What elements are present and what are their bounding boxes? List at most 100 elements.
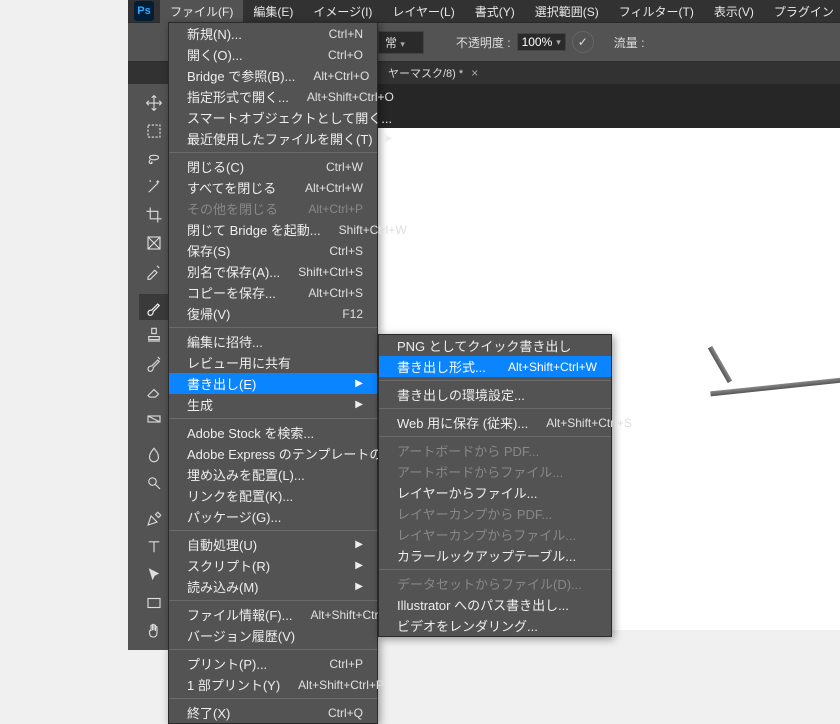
export-menu-item-0[interactable]: PNG としてクイック書き出し	[379, 335, 611, 356]
document-tab-label: ヤーマスク/8) *	[388, 65, 463, 81]
eraser-tool[interactable]	[139, 378, 169, 404]
export-menu-item-12[interactable]: カラールックアップテーブル...	[379, 545, 611, 566]
file-menu-item-7[interactable]: 閉じる(C)Ctrl+W	[169, 156, 377, 177]
menu-bar: ファイル(F)編集(E)イメージ(I)レイヤー(L)書式(Y)選択範囲(S)フィ…	[160, 0, 840, 23]
menu-item-label: すべてを閉じる	[187, 178, 276, 197]
file-menu-item-12[interactable]: 別名で保存(A)...Shift+Ctrl+S	[169, 261, 377, 282]
menu-item-shortcut: Alt+Ctrl+P	[308, 202, 363, 216]
menu-item-shortcut: Alt+Shift+Ctrl+P	[298, 678, 384, 692]
lasso-tool[interactable]	[139, 146, 169, 172]
mode-select[interactable]: 常 ▾	[378, 31, 424, 54]
menu-item-shortcut: Ctrl+W	[326, 160, 363, 174]
menubar-item-3[interactable]: レイヤー(L)	[382, 0, 464, 23]
file-menu-item-1[interactable]: 開く(O)...Ctrl+O	[169, 44, 377, 65]
document-tab[interactable]: ヤーマスク/8) * ×	[378, 62, 488, 84]
file-menu-item-19[interactable]: 生成▶	[169, 394, 377, 415]
gradient-tool[interactable]	[139, 406, 169, 432]
menubar-item-1[interactable]: 編集(E)	[243, 0, 303, 23]
export-menu-item-7: アートボードから PDF...	[379, 440, 611, 461]
rectangle-tool[interactable]	[139, 590, 169, 616]
export-menu-item-3[interactable]: 書き出しの環境設定...	[379, 384, 611, 405]
dodge-tool[interactable]	[139, 470, 169, 496]
file-menu-item-29[interactable]: 読み込み(M)▶	[169, 576, 377, 597]
menu-item-label: 保存(S)	[187, 241, 230, 260]
pen-tool[interactable]	[139, 506, 169, 532]
file-menu-item-35[interactable]: 1 部プリント(Y)Alt+Shift+Ctrl+P	[169, 674, 377, 695]
export-menu-item-14: データセットからファイル(D)...	[379, 573, 611, 594]
file-menu-item-11[interactable]: 保存(S) Ctrl+S	[169, 240, 377, 261]
eyedropper-tool[interactable]	[139, 258, 169, 284]
file-menu-item-18[interactable]: 書き出し(E)▶	[169, 373, 377, 394]
file-menu-separator	[169, 698, 377, 699]
menubar-item-0[interactable]: ファイル(F)	[160, 0, 243, 23]
file-menu-item-2[interactable]: Bridge で参照(B)...Alt+Ctrl+O	[169, 65, 377, 86]
menu-item-label: 開く(O)...	[187, 45, 243, 64]
file-menu-item-27[interactable]: 自動処理(U)▶	[169, 534, 377, 555]
path-select-tool[interactable]	[139, 562, 169, 588]
file-menu-item-21[interactable]: Adobe Stock を検索...	[169, 422, 377, 443]
export-menu-item-1[interactable]: 書き出し形式...Alt+Shift+Ctrl+W	[379, 356, 611, 377]
file-menu-item-10[interactable]: 閉じて Bridge を起動...Shift+Ctrl+W	[169, 219, 377, 240]
file-menu-item-16[interactable]: 編集に招待...	[169, 331, 377, 352]
file-menu-item-24[interactable]: リンクを配置(K)...	[169, 485, 377, 506]
export-menu-separator	[379, 380, 611, 381]
crop-tool[interactable]	[139, 202, 169, 228]
file-menu-item-3[interactable]: 指定形式で開く...Alt+Shift+Ctrl+O	[169, 86, 377, 107]
file-menu-item-37[interactable]: 終了(X)Ctrl+Q	[169, 702, 377, 723]
menu-item-label: アートボードからファイル...	[397, 462, 563, 481]
brush-tool[interactable]	[139, 294, 169, 320]
menu-item-label: 復帰(V)	[187, 304, 230, 323]
type-tool[interactable]	[139, 534, 169, 560]
frame-tool[interactable]	[139, 230, 169, 256]
file-menu-item-23[interactable]: 埋め込みを配置(L)...	[169, 464, 377, 485]
menu-item-label: 閉じて Bridge を起動...	[187, 220, 321, 239]
ps-logo-icon: Ps	[134, 1, 154, 21]
menu-item-shortcut: Alt+Shift+Ctrl+W	[508, 360, 597, 374]
export-menu-item-16[interactable]: ビデオをレンダリング...	[379, 615, 611, 636]
export-menu-item-15[interactable]: Illustrator へのパス書き出し...	[379, 594, 611, 615]
menu-item-label: リンクを配置(K)...	[187, 486, 293, 505]
file-menu-item-14[interactable]: 復帰(V)F12	[169, 303, 377, 324]
menubar-item-8[interactable]: プラグイン	[764, 0, 840, 23]
file-menu-item-13[interactable]: コピーを保存...Alt+Ctrl+S	[169, 282, 377, 303]
file-menu-item-28[interactable]: スクリプト(R)▶	[169, 555, 377, 576]
export-menu-item-9[interactable]: レイヤーからファイル...	[379, 482, 611, 503]
menubar-item-7[interactable]: 表示(V)	[704, 0, 764, 23]
menu-item-label: PNG としてクイック書き出し	[397, 336, 571, 355]
file-menu-item-22[interactable]: Adobe Express のテンプレートの検索...	[169, 443, 377, 464]
file-menu-item-4[interactable]: スマートオブジェクトとして開く...	[169, 107, 377, 128]
menu-item-shortcut: Alt+Ctrl+O	[313, 69, 369, 83]
file-menu-item-25[interactable]: パッケージ(G)...	[169, 506, 377, 527]
close-icon[interactable]: ×	[471, 66, 478, 80]
hand-tool[interactable]	[139, 618, 169, 644]
pressure-opacity-icon[interactable]: ✓	[572, 31, 594, 53]
file-menu-item-8[interactable]: すべてを閉じるAlt+Ctrl+W	[169, 177, 377, 198]
marquee-tool[interactable]	[139, 118, 169, 144]
menubar-item-4[interactable]: 書式(Y)	[465, 0, 525, 23]
menu-item-shortcut: Ctrl+S	[329, 244, 363, 258]
file-menu-item-17[interactable]: レビュー用に共有	[169, 352, 377, 373]
file-menu-item-5[interactable]: 最近使用したファイルを開く(T)▶	[169, 128, 377, 149]
opacity-value[interactable]: 100%▾	[517, 33, 566, 51]
history-brush-tool[interactable]	[139, 350, 169, 376]
menubar-item-2[interactable]: イメージ(I)	[303, 0, 382, 23]
menubar-item-5[interactable]: 選択範囲(S)	[525, 0, 609, 23]
magic-wand-tool[interactable]	[139, 174, 169, 200]
submenu-arrow-icon: ▶	[355, 399, 363, 410]
export-menu-item-5[interactable]: Web 用に保存 (従来)...Alt+Shift+Ctrl+S	[379, 412, 611, 433]
file-menu-item-32[interactable]: バージョン履歴(V)	[169, 625, 377, 646]
file-menu-item-31[interactable]: ファイル情報(F)...Alt+Shift+Ctrl+I	[169, 604, 377, 625]
file-menu-item-34[interactable]: プリント(P)...Ctrl+P	[169, 653, 377, 674]
export-menu-separator	[379, 569, 611, 570]
menu-item-label: ビデオをレンダリング...	[397, 616, 538, 635]
app-bar: Ps ファイル(F)編集(E)イメージ(I)レイヤー(L)書式(Y)選択範囲(S…	[128, 0, 840, 22]
stamp-tool[interactable]	[139, 322, 169, 348]
move-tool[interactable]	[139, 90, 169, 116]
menu-item-label: レイヤーカンプからファイル...	[397, 525, 576, 544]
menubar-item-6[interactable]: フィルター(T)	[609, 0, 704, 23]
submenu-arrow-icon: ▶	[355, 539, 363, 550]
file-menu-item-0[interactable]: 新規(N)...Ctrl+N	[169, 23, 377, 44]
smudge-tool[interactable]	[139, 442, 169, 468]
menu-item-label: 1 部プリント(Y)	[187, 675, 280, 694]
file-menu-separator	[169, 649, 377, 650]
